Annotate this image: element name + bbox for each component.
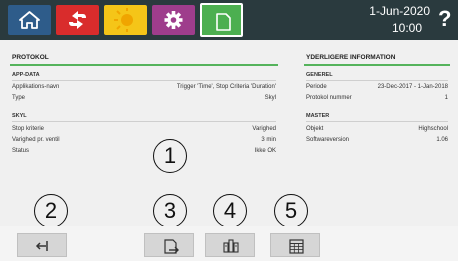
generel-title: GENEREL <box>306 72 333 78</box>
row-value: 23-Dec-2017 - 1-Jan-2018 <box>377 84 448 90</box>
row-value: 3 min <box>261 137 276 143</box>
document-icon <box>216 13 231 31</box>
info-title: YDERLIGERE INFORMATION <box>306 54 396 61</box>
callout-2: 2 <box>34 194 68 228</box>
divider <box>12 121 276 122</box>
table-button[interactable] <box>270 233 320 257</box>
info-underline <box>304 64 450 66</box>
row-value: Trigger 'Time', Stop Criteria 'Duration' <box>176 84 276 90</box>
row-label: Varighed pr. ventil <box>12 137 60 143</box>
columns-icon <box>223 239 239 253</box>
tab-sun[interactable] <box>104 5 147 35</box>
export-icon <box>164 239 179 254</box>
protokol-underline <box>10 64 278 66</box>
row-label: Type <box>12 95 26 101</box>
sun-icon <box>114 8 133 32</box>
row-label: Objekt <box>306 126 324 132</box>
list-item: Varighed pr. ventil 3 min <box>12 136 276 145</box>
arrows-icon <box>69 11 86 29</box>
row-label: Periode <box>306 84 327 90</box>
master-title: MASTER <box>306 113 330 119</box>
help-button[interactable]: ? <box>438 6 451 32</box>
date-time: 1-Jun-2020 10:00 <box>350 3 430 37</box>
row-label: Applikations-navn <box>12 84 60 90</box>
tab-settings[interactable] <box>152 5 195 35</box>
list-item: Type Skyl <box>12 94 276 103</box>
list-item: Protokol nummer 1 <box>306 94 448 103</box>
callout-1: 1 <box>153 139 187 173</box>
time-text: 10:00 <box>391 21 422 35</box>
app-data-title: APP-DATA <box>12 72 40 78</box>
row-value: Ikke OK <box>254 148 276 154</box>
tab-home[interactable] <box>8 5 51 35</box>
row-value: 1 <box>444 95 448 101</box>
row-value: Varighed <box>252 126 276 132</box>
list-item: Softwareversion 1.06 <box>306 136 448 145</box>
gear-icon <box>164 11 183 29</box>
protokol-title: PROTOKOL <box>12 54 49 61</box>
divider <box>306 80 448 81</box>
list-item: Applikations-navn Trigger 'Time', Stop C… <box>12 83 276 92</box>
callout-5: 5 <box>274 194 308 228</box>
list-item: Stop kriterie Varighed <box>12 125 276 134</box>
list-item: Status Ikke OK <box>12 147 276 156</box>
home-icon <box>19 11 40 29</box>
divider <box>12 80 276 81</box>
skyl-title: SKYL <box>12 113 27 119</box>
list-item: Periode 23-Dec-2017 - 1-Jan-2018 <box>306 83 448 92</box>
back-button[interactable] <box>17 233 67 257</box>
row-label: Protokol nummer <box>306 95 352 101</box>
tab-flush[interactable] <box>56 5 99 35</box>
back-arrow-icon <box>35 241 48 251</box>
compare-button[interactable] <box>205 233 255 257</box>
list-item: Objekt Highschool <box>306 125 448 134</box>
row-label: Softwareversion <box>306 137 350 143</box>
callout-3: 3 <box>153 194 187 228</box>
row-value: Highschool <box>418 126 448 132</box>
row-label: Status <box>12 148 30 154</box>
callout-4: 4 <box>213 194 247 228</box>
top-navigation-bar: 1-Jun-2020 10:00 ? <box>0 0 458 40</box>
divider <box>306 121 448 122</box>
row-value: 1.06 <box>436 137 448 143</box>
row-label: Stop kriterie <box>12 126 45 132</box>
export-button[interactable] <box>144 233 194 257</box>
tab-report[interactable] <box>200 3 243 37</box>
table-icon <box>289 239 304 254</box>
date-text: 1-Jun-2020 <box>369 4 430 18</box>
row-value: Skyl <box>264 95 276 101</box>
